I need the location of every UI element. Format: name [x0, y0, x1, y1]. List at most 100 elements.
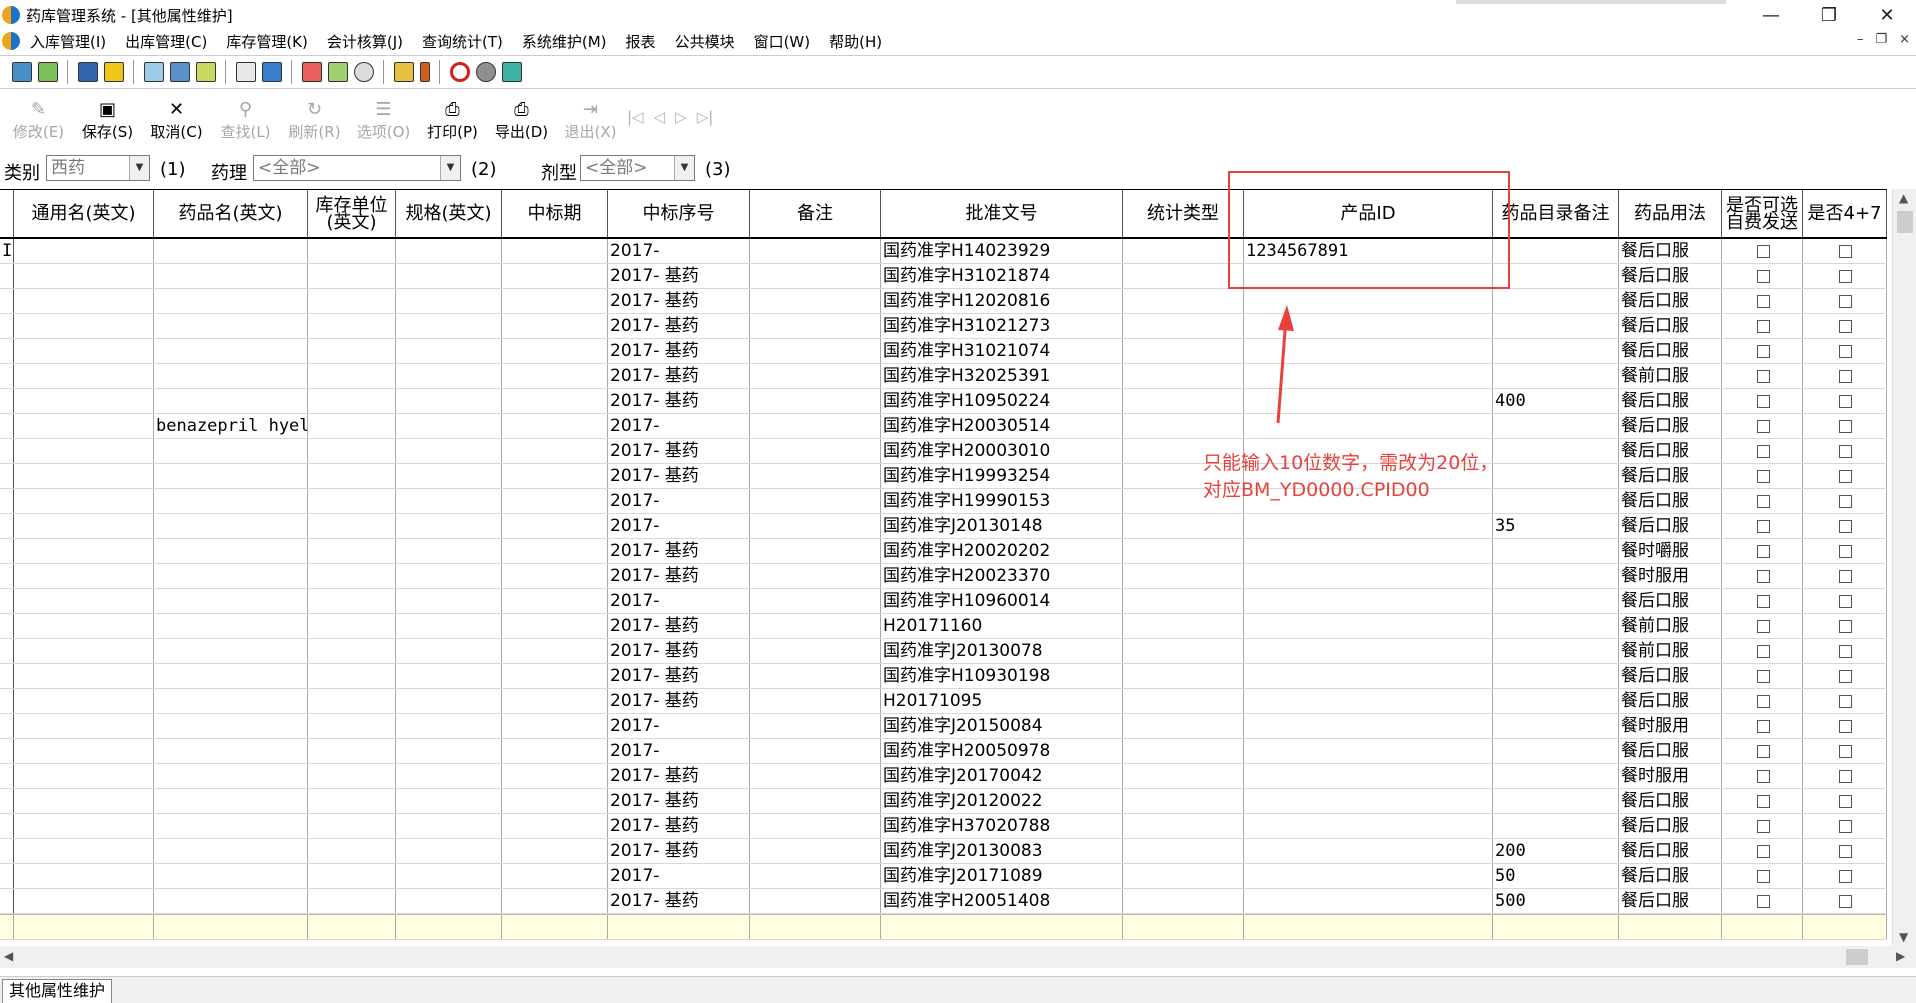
- cell-remarks[interactable]: [750, 389, 881, 413]
- four-plus-seven-checkbox[interactable]: [1803, 264, 1887, 288]
- cell-usage[interactable]: 餐时服用: [1619, 714, 1722, 738]
- four-plus-seven-checkbox[interactable]: [1803, 614, 1887, 638]
- cell-spec-en[interactable]: [396, 839, 502, 863]
- cell-common-name-en[interactable]: [14, 314, 154, 338]
- cell-bid-period[interactable]: [502, 339, 608, 363]
- checkbox-icon[interactable]: [1839, 844, 1852, 858]
- cell-bid-period[interactable]: [502, 439, 608, 463]
- cell-drug-name-en[interactable]: [154, 489, 308, 513]
- first-record-icon[interactable]: |◁: [627, 108, 644, 126]
- cell-spec-en[interactable]: [396, 764, 502, 788]
- cell-drug-name-en[interactable]: [154, 664, 308, 688]
- checkbox-icon[interactable]: [1756, 719, 1770, 733]
- checkbox-icon[interactable]: [1839, 319, 1852, 333]
- checkbox-icon[interactable]: [1756, 694, 1770, 708]
- cell-bid-no[interactable]: 2017-: [608, 239, 750, 263]
- checkbox-icon[interactable]: [1839, 369, 1852, 383]
- cell-product-id[interactable]: [1244, 589, 1493, 613]
- cell-spec-en[interactable]: [396, 514, 502, 538]
- cell-product-id[interactable]: [1244, 664, 1493, 688]
- cell-catalog-note[interactable]: [1493, 639, 1619, 663]
- checkbox-icon[interactable]: [1756, 569, 1770, 583]
- checkbox-icon[interactable]: [1839, 694, 1852, 708]
- cell-common-name-en[interactable]: [14, 689, 154, 713]
- cell-approval-no[interactable]: 国药准字J20170042: [881, 764, 1123, 788]
- checkbox-icon[interactable]: [1839, 494, 1852, 508]
- row-selector[interactable]: [0, 264, 14, 288]
- cell-catalog-note[interactable]: [1493, 464, 1619, 488]
- cell-stat-type[interactable]: [1123, 739, 1244, 763]
- cell-stock-unit-en[interactable]: [308, 789, 396, 813]
- menu-item-query[interactable]: 查询统计(T): [422, 31, 503, 52]
- chart-icon[interactable]: [328, 62, 348, 82]
- cell-stat-type[interactable]: [1123, 414, 1244, 438]
- folder-icon[interactable]: [394, 62, 414, 82]
- document-icon[interactable]: [78, 62, 98, 82]
- cell-spec-en[interactable]: [396, 539, 502, 563]
- cell-bid-period[interactable]: [502, 514, 608, 538]
- new-row-cell[interactable]: [1722, 915, 1803, 939]
- cell-common-name-en[interactable]: [14, 764, 154, 788]
- cell-drug-name-en[interactable]: [154, 389, 308, 413]
- scroll-right-icon[interactable]: ▶: [1896, 949, 1905, 963]
- checkbox-icon[interactable]: [1756, 844, 1770, 858]
- checkbox-icon[interactable]: [1839, 244, 1852, 258]
- new-row-cell[interactable]: [14, 915, 154, 939]
- last-record-icon[interactable]: ▷|: [697, 108, 714, 126]
- cell-catalog-note[interactable]: [1493, 364, 1619, 388]
- cell-approval-no[interactable]: 国药准字H32025391: [881, 364, 1123, 388]
- cell-bid-period[interactable]: [502, 814, 608, 838]
- chevron-down-icon[interactable]: ▼: [440, 156, 460, 180]
- cell-bid-period[interactable]: [502, 739, 608, 763]
- prev-record-icon[interactable]: ◁: [654, 108, 666, 126]
- cell-bid-period[interactable]: [502, 564, 608, 588]
- thermometer-icon[interactable]: [420, 62, 430, 82]
- cell-remarks[interactable]: [750, 839, 881, 863]
- checkbox-icon[interactable]: [1839, 444, 1852, 458]
- cell-bid-no[interactable]: 2017- 基药: [608, 539, 750, 563]
- cell-bid-period[interactable]: [502, 364, 608, 388]
- checkbox-icon[interactable]: [1839, 594, 1852, 608]
- cell-spec-en[interactable]: [396, 464, 502, 488]
- cell-common-name-en[interactable]: [14, 639, 154, 663]
- cell-approval-no[interactable]: 国药准字H20003010: [881, 439, 1123, 463]
- cell-catalog-note[interactable]: 500: [1493, 889, 1619, 913]
- cell-catalog-note[interactable]: [1493, 339, 1619, 363]
- cell-stat-type[interactable]: [1123, 289, 1244, 313]
- table-row[interactable]: 2017- 基药 H20171095 餐后口服: [0, 689, 1887, 714]
- cell-bid-no[interactable]: 2017- 基药: [608, 789, 750, 813]
- cell-remarks[interactable]: [750, 239, 881, 263]
- row-selector[interactable]: [0, 364, 14, 388]
- new-row[interactable]: [0, 914, 1887, 940]
- cell-common-name-en[interactable]: [14, 589, 154, 613]
- cell-product-id[interactable]: [1244, 764, 1493, 788]
- row-selector[interactable]: [0, 389, 14, 413]
- cell-stock-unit-en[interactable]: [308, 339, 396, 363]
- mdi-minimize-button[interactable]: –: [1857, 32, 1864, 47]
- row-selector[interactable]: [0, 489, 14, 513]
- cell-stock-unit-en[interactable]: [308, 264, 396, 288]
- self-pay-checkbox[interactable]: [1722, 889, 1803, 913]
- cell-product-id[interactable]: [1244, 414, 1493, 438]
- column-header-common-name-en[interactable]: 通用名(英文): [14, 190, 154, 237]
- cell-usage[interactable]: 餐后口服: [1619, 389, 1722, 413]
- row-selector[interactable]: [0, 889, 14, 913]
- cell-drug-name-en[interactable]: [154, 364, 308, 388]
- cell-drug-name-en[interactable]: benazepril hyel: [154, 414, 308, 438]
- menu-item-inbound[interactable]: 入库管理(I): [30, 31, 106, 52]
- cell-usage[interactable]: 餐前口服: [1619, 614, 1722, 638]
- row-selector[interactable]: [0, 539, 14, 563]
- column-header-stat-type[interactable]: 统计类型: [1123, 190, 1244, 237]
- cell-stat-type[interactable]: [1123, 889, 1244, 913]
- new-row-cell[interactable]: [154, 915, 308, 939]
- cell-approval-no[interactable]: 国药准字H14023929: [881, 239, 1123, 263]
- cell-product-id[interactable]: [1244, 639, 1493, 663]
- row-selector[interactable]: [0, 414, 14, 438]
- menu-item-window[interactable]: 窗口(W): [754, 31, 811, 52]
- checkbox-icon[interactable]: [1839, 769, 1852, 783]
- cell-stock-unit-en[interactable]: [308, 464, 396, 488]
- cell-spec-en[interactable]: [396, 414, 502, 438]
- cell-catalog-note[interactable]: [1493, 814, 1619, 838]
- close-window-icon[interactable]: [502, 62, 522, 82]
- cell-product-id[interactable]: [1244, 364, 1493, 388]
